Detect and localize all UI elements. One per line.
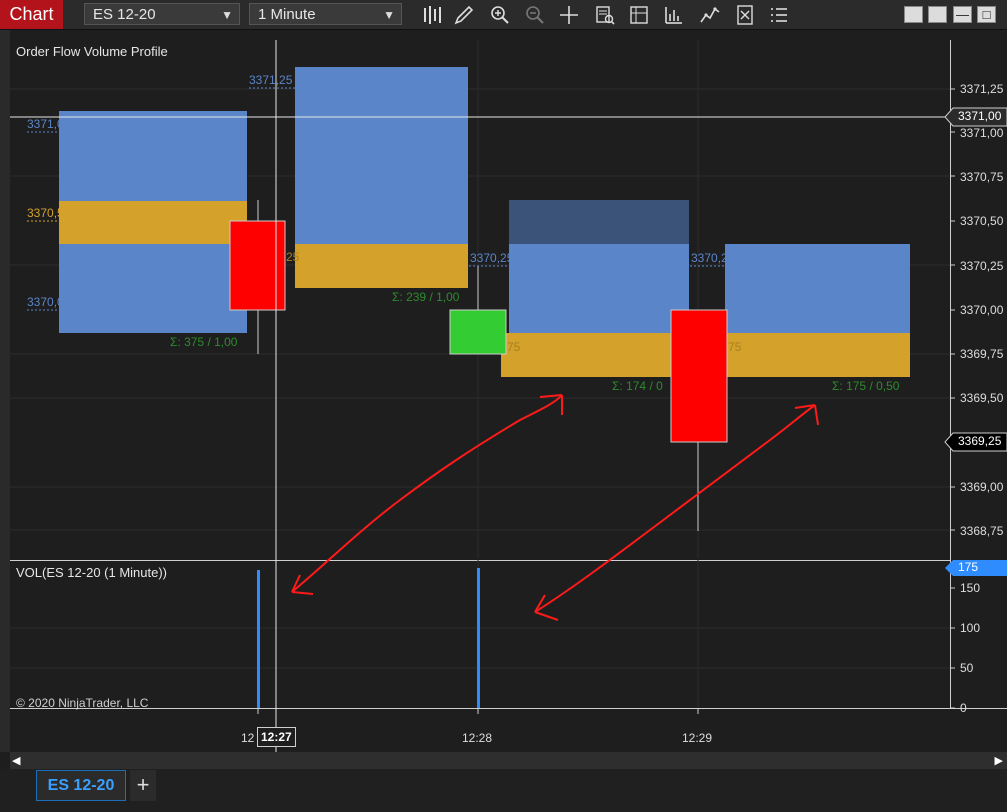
price-tick-label: 3370,25	[960, 259, 1004, 273]
profile-1-sum-label: Σ: 375 / 1,00	[170, 335, 238, 349]
price-tick-label: 3369,00	[960, 480, 1004, 494]
toolbar: Chart ES 12-20 ▼ 1 Minute ▼ — □	[0, 0, 1007, 30]
instrument-selector[interactable]: ES 12-20 ▼	[84, 3, 240, 25]
time-tick-label-partial: 12	[241, 731, 255, 745]
current-price-tag: 3371,00	[958, 109, 1002, 123]
crosshair-icon[interactable]	[558, 4, 580, 26]
scroll-right-icon[interactable]: ▶	[995, 754, 1003, 767]
profile-4-poc-label: 75	[728, 340, 742, 354]
price-tick-label: 3370,50	[960, 214, 1004, 228]
strategies-icon[interactable]	[699, 4, 721, 26]
data-box-icon[interactable]	[594, 4, 616, 26]
profile-1-low-label: 3370,00	[27, 295, 71, 309]
minimize-button[interactable]: —	[953, 6, 972, 23]
maximize-icon: □	[982, 7, 991, 22]
time-tick-label: 12:29	[682, 731, 713, 745]
price-panel-title: Order Flow Volume Profile	[16, 44, 168, 59]
profile-3-top-label: 3370,25	[470, 251, 514, 265]
bar-type-icon[interactable]	[421, 4, 443, 26]
price-tick-label: 3371,00	[960, 126, 1004, 140]
profile-1-high-label: 3371,00	[27, 117, 71, 131]
zoom-out-icon[interactable]	[524, 4, 546, 26]
profile-3-sum-label: Σ: 174 / 0	[612, 379, 663, 393]
draw-pencil-icon[interactable]	[453, 4, 475, 26]
scroll-left-icon[interactable]: ◀	[12, 754, 20, 767]
price-tick-label: 3369,75	[960, 347, 1004, 361]
profile-2-poc-label: 25	[286, 250, 300, 264]
time-axis[interactable]	[10, 708, 1007, 753]
restore-window-button[interactable]	[928, 6, 947, 23]
copyright-text: © 2020 NinjaTrader, LLC	[16, 696, 149, 710]
tab-es-12-20[interactable]: ES 12-20	[36, 770, 126, 801]
chevron-down-icon: ▼	[221, 8, 233, 22]
tile-window-button[interactable]	[904, 6, 923, 23]
volume-tick-label: 150	[960, 581, 981, 595]
price-axis[interactable]	[950, 40, 1007, 708]
time-tick-label: 12:28	[462, 731, 493, 745]
volume-panel[interactable]	[10, 560, 950, 708]
volume-panel-title: VOL(ES 12-20 (1 Minute))	[16, 565, 168, 580]
left-panel-edge	[0, 30, 10, 752]
volume-tick-label: 100	[960, 621, 981, 635]
price-tick-label: 3371,25	[960, 82, 1004, 96]
crosshair-time-label: 12:27	[257, 727, 296, 747]
last-price-tag: 3369,25	[958, 434, 1002, 448]
price-panel[interactable]	[10, 40, 950, 560]
maximize-button[interactable]: □	[977, 6, 996, 23]
chart-menu-button[interactable]: Chart	[0, 0, 63, 29]
add-tab-button[interactable]: +	[130, 770, 156, 801]
indicators-icon[interactable]	[663, 4, 685, 26]
profile-3-poc-label: 75	[507, 340, 521, 354]
profile-2-sum-label: Σ: 239 / 1,00	[392, 290, 460, 304]
profile-1-poc-label: 3370,50	[27, 206, 71, 220]
profile-4-top-label: 3370,25	[691, 251, 735, 265]
profile-2-top-label: 3371,25	[249, 73, 293, 87]
instrument-value: ES 12-20	[93, 6, 156, 23]
price-tick-label: 3370,75	[960, 170, 1004, 184]
chevron-down-icon: ▼	[383, 8, 395, 22]
properties-icon[interactable]	[734, 4, 756, 26]
interval-value: 1 Minute	[258, 6, 316, 23]
zoom-in-icon[interactable]	[489, 4, 511, 26]
volume-tick-label: 0	[960, 701, 967, 715]
horizontal-scrollbar[interactable]: ◀ ▶	[10, 752, 1007, 769]
templates-icon[interactable]	[768, 4, 790, 26]
interval-selector[interactable]: 1 Minute ▼	[249, 3, 402, 25]
price-tick-label: 3369,50	[960, 391, 1004, 405]
chart-trader-icon[interactable]	[628, 4, 650, 26]
volume-current-tag: 175	[958, 560, 979, 574]
minimize-icon: —	[956, 7, 969, 22]
profile-4-sum-label: Σ: 175 / 0,50	[832, 379, 900, 393]
price-tick-label: 3370,00	[960, 303, 1004, 317]
price-tick-label: 3368,75	[960, 524, 1004, 538]
volume-tick-label: 50	[960, 661, 974, 675]
